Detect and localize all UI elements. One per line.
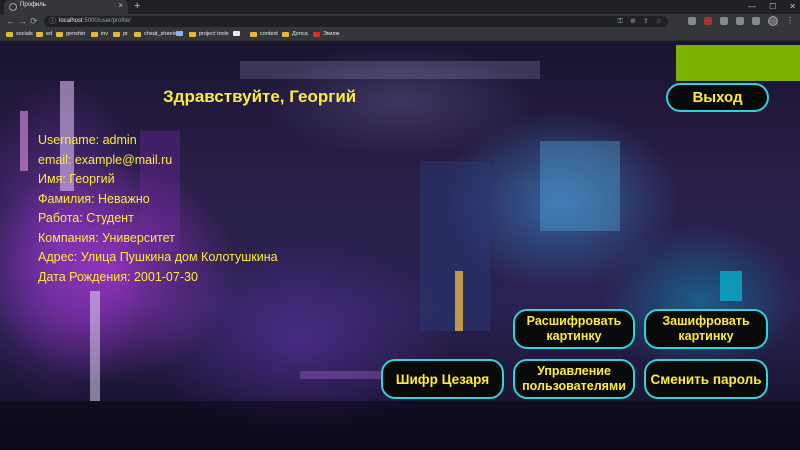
back-icon[interactable]: ←	[6, 15, 15, 27]
green-block	[676, 45, 800, 81]
address-bar[interactable]: ⓘ localhost:5000/user/profile/ ⚿ ⊕ ⇪ ☆	[44, 16, 668, 27]
github-icon	[233, 31, 240, 36]
last-name-line: Фамилия: Неважно	[38, 191, 150, 206]
extension-icon-3[interactable]	[720, 17, 728, 25]
user-management-button[interactable]: Управление пользователями	[513, 359, 635, 399]
folder-icon	[91, 31, 98, 37]
page-title: Здравствуйте, Георгий	[163, 87, 357, 106]
bookmark-icon-only-2[interactable]	[233, 31, 240, 36]
first-name-line: Имя: Георгий	[38, 172, 115, 186]
extension-icon-1[interactable]	[688, 17, 696, 25]
reload-icon[interactable]: ⟳	[30, 15, 38, 27]
bookmark-inv[interactable]: inv	[91, 31, 108, 37]
profile-info: Username: admin email: example@mail.ru И…	[38, 131, 278, 287]
new-tab-button[interactable]: +	[134, 0, 140, 13]
window-controls: — ☐ ✕	[748, 1, 796, 12]
change-password-button[interactable]: Сменить пароль	[644, 359, 768, 399]
folder-icon	[250, 31, 257, 37]
key-icon[interactable]: ⚿	[618, 16, 623, 27]
bookmark-ed[interactable]: ed	[36, 31, 52, 37]
page-icon	[176, 31, 183, 36]
profile-page: Здравствуйте, Георгий Выход Username: ad…	[0, 41, 800, 450]
decrypt-image-button[interactable]: Расшифровать картинку	[513, 309, 635, 349]
close-window-icon[interactable]: ✕	[789, 1, 796, 12]
zoom-icon[interactable]: ⊕	[630, 16, 636, 27]
profile-avatar[interactable]	[768, 16, 778, 26]
folder-icon	[134, 31, 141, 37]
caesar-cipher-button[interactable]: Шифр Цезаря	[381, 359, 504, 399]
bookmark-dopsa[interactable]: Допса	[282, 31, 308, 37]
extensions-icon[interactable]	[736, 17, 744, 25]
sidebar-icon[interactable]	[752, 17, 760, 25]
browser-toolbar: ← → ⟳ ⓘ localhost:5000/user/profile/ ⚿ ⊕…	[0, 14, 800, 29]
job-line: Работа: Студент	[38, 211, 134, 225]
url-path: :5000/user/profile/	[82, 18, 131, 24]
folder-icon	[56, 31, 63, 37]
star-icon[interactable]: ☆	[656, 16, 662, 27]
close-tab-icon[interactable]: ×	[118, 1, 123, 11]
company-line: Компания: Университет	[38, 230, 175, 245]
bookmark-icon-only-1[interactable]	[176, 31, 183, 36]
share-icon[interactable]: ⇪	[643, 16, 649, 27]
info-icon[interactable]: ⓘ	[49, 16, 56, 27]
maximize-icon[interactable]: ☐	[769, 1, 776, 12]
bookmark-ekilzh[interactable]: Экилж	[313, 31, 339, 37]
bookmark-cheat-sheets[interactable]: cheat_sheets	[134, 31, 177, 37]
birthdate-line: Дата Рождения: 2001-07-30	[38, 269, 198, 284]
url-host: localhost	[59, 18, 83, 24]
folder-icon	[6, 31, 13, 37]
extension-icon-2[interactable]	[704, 17, 712, 25]
address-line: Адрес: Улица Пушкина дом Колотушкина	[38, 250, 278, 264]
folder-icon	[282, 31, 289, 37]
tab-strip: Профиль × + — ☐ ✕	[0, 0, 800, 14]
folder-icon	[189, 31, 196, 37]
bookmark-project-tools[interactable]: project tools	[189, 31, 229, 37]
tab-profile[interactable]: Профиль ×	[4, 0, 128, 14]
tab-title: Профиль	[20, 2, 46, 8]
mail-icon	[313, 31, 320, 37]
bookmark-pr[interactable]: pr	[113, 31, 128, 37]
encrypt-image-button[interactable]: Зашифровать картинку	[644, 309, 768, 349]
logout-button[interactable]: Выход	[666, 83, 769, 112]
forward-icon[interactable]: →	[18, 15, 27, 27]
minimize-icon[interactable]: —	[748, 1, 756, 12]
bookmark-genshin[interactable]: genshin	[56, 31, 85, 37]
username-line: Username: admin	[38, 133, 137, 147]
bookmark-socials[interactable]: socials	[6, 31, 33, 37]
bookmark-contest[interactable]: contest	[250, 31, 278, 37]
bookmarks-bar: socials ed genshin inv pr cheat_sheets p…	[0, 29, 800, 41]
menu-icon[interactable]: ⋮	[786, 17, 794, 25]
folder-icon	[113, 31, 120, 37]
email-line: email: example@mail.ru	[38, 152, 173, 167]
globe-icon	[9, 3, 17, 11]
folder-icon	[36, 31, 43, 37]
